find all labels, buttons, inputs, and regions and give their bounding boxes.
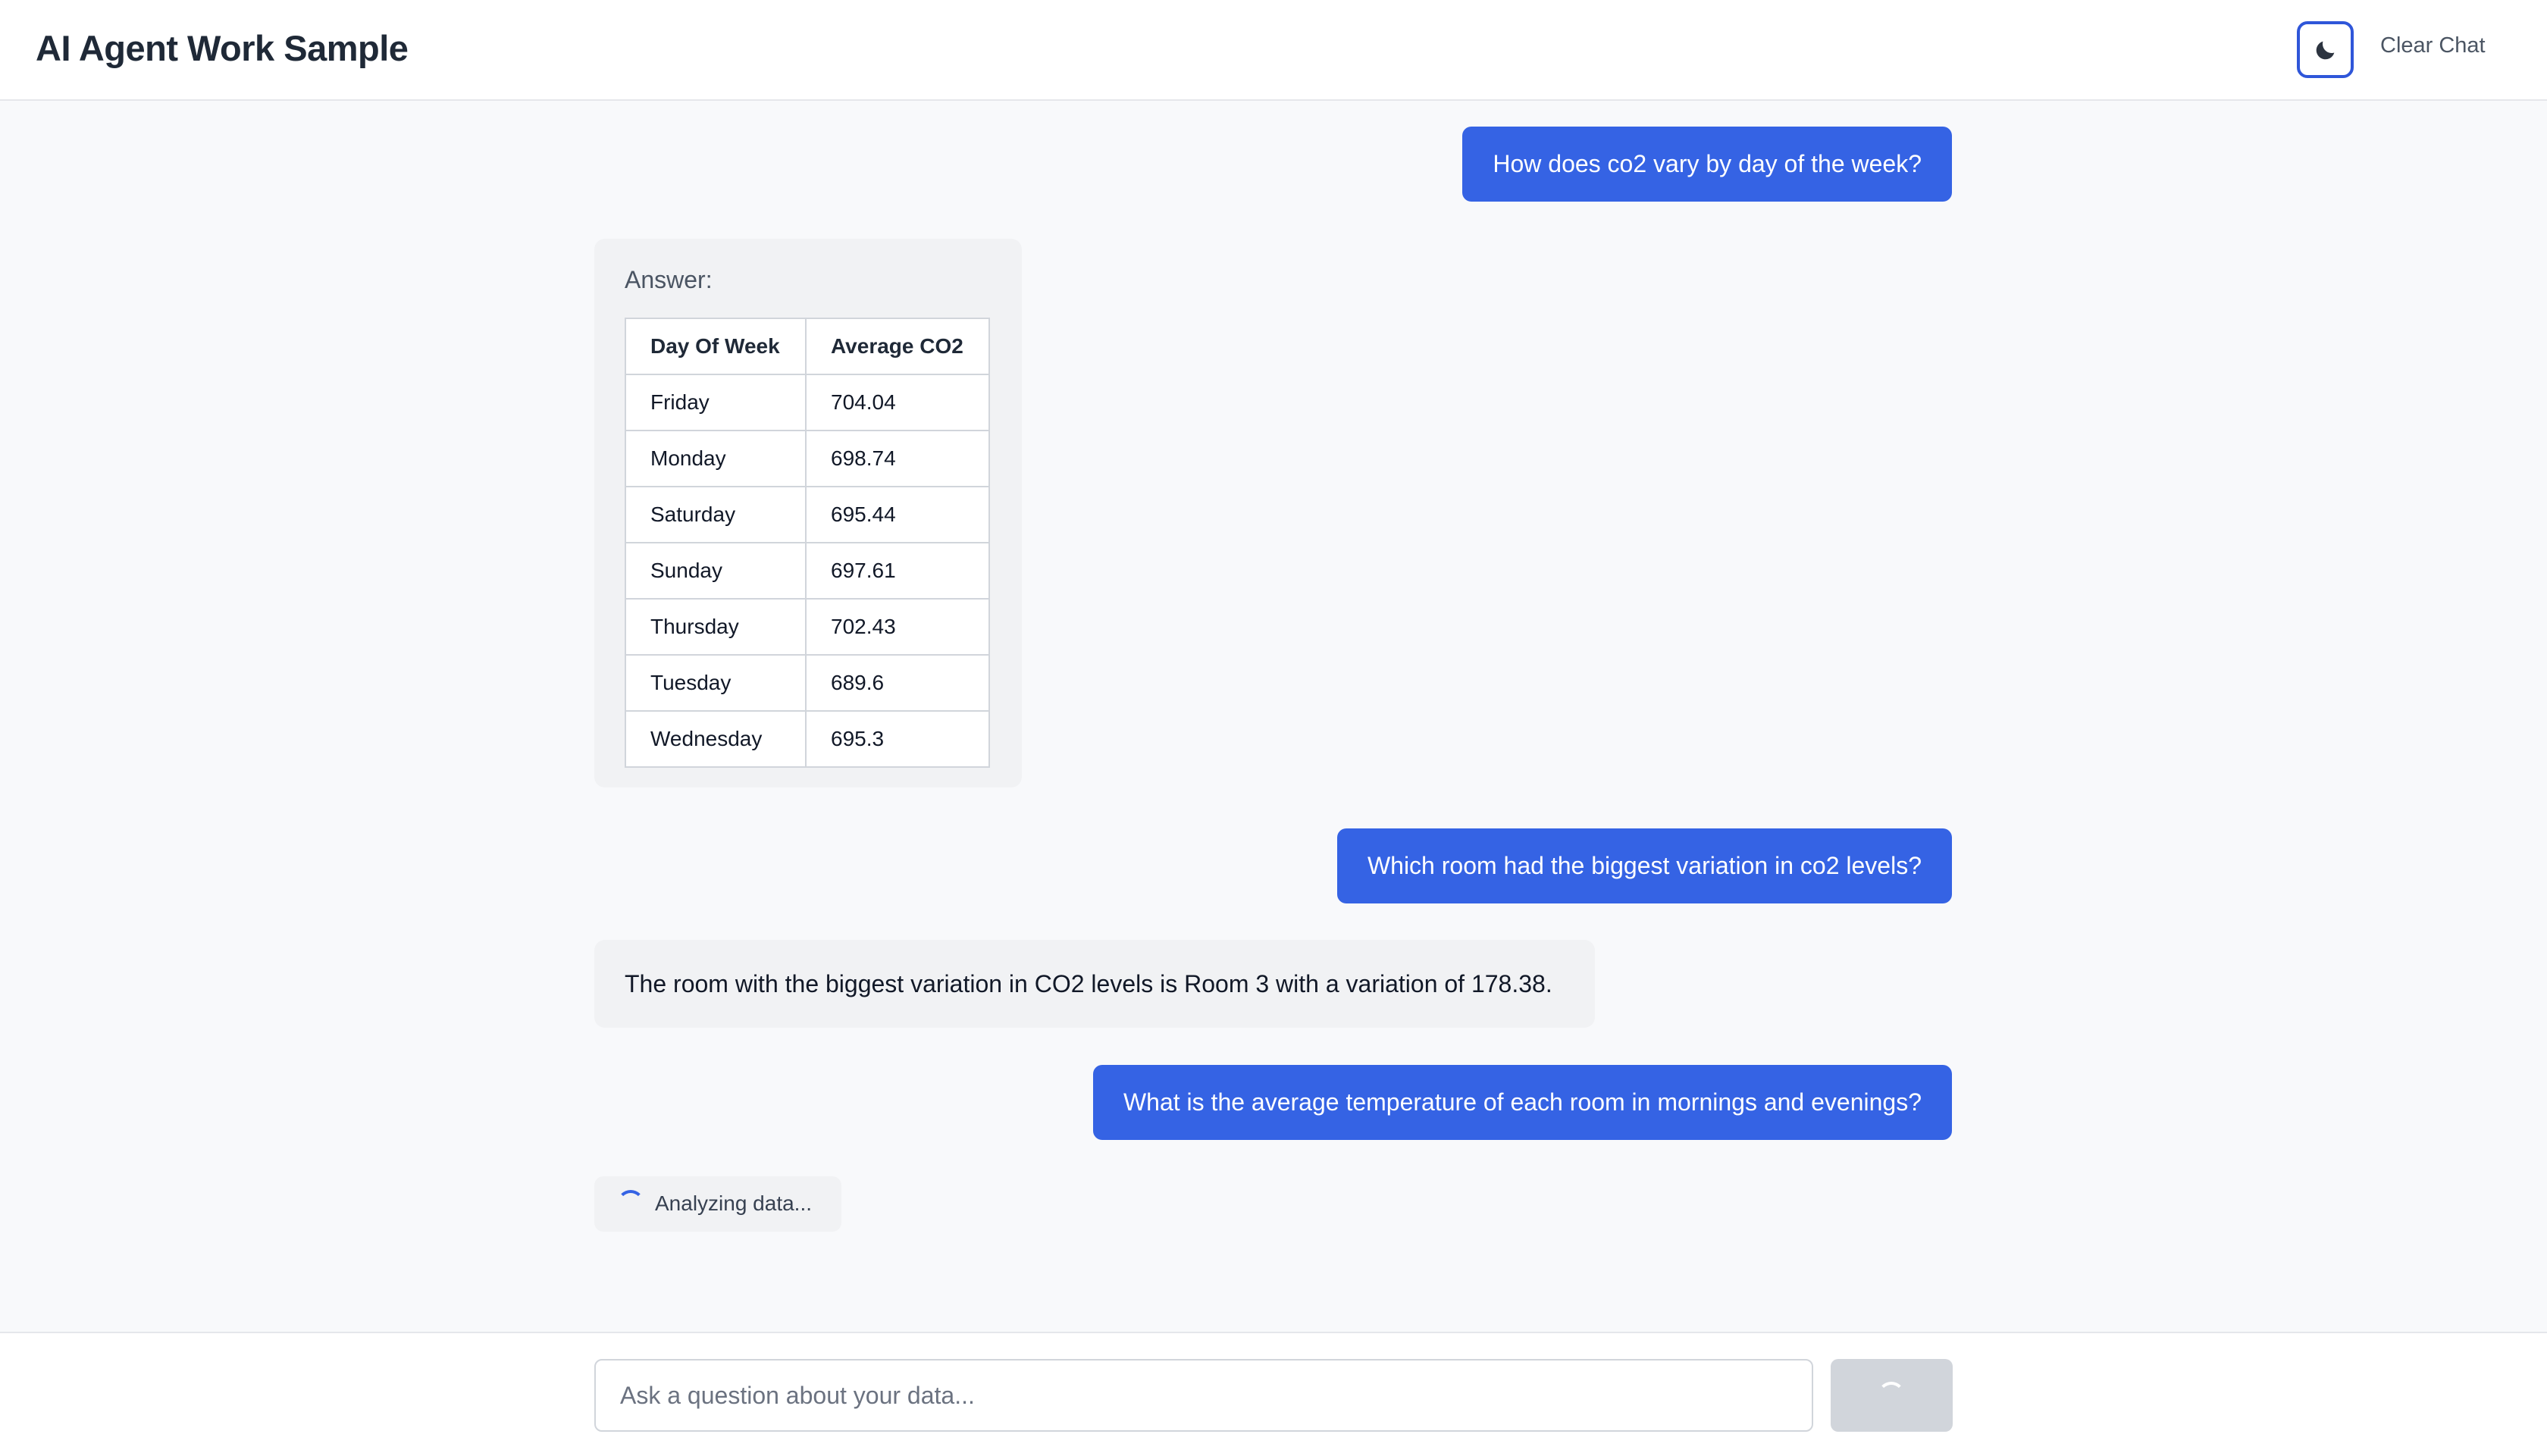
table-row: Thursday 702.43: [625, 598, 990, 656]
day-cell: Saturday: [625, 486, 807, 543]
theme-toggle-button[interactable]: [2297, 21, 2354, 78]
answer-table: Day Of Week Average CO2 Friday 704.04 Mo…: [625, 318, 990, 768]
table-row: Monday 698.74: [625, 430, 990, 487]
assistant-answer-card: Answer: Day Of Week Average CO2 Friday 7…: [594, 239, 1022, 787]
day-cell: Tuesday: [625, 654, 807, 712]
chat-area[interactable]: How does co2 vary by day of the week? An…: [0, 102, 2547, 1332]
co2-cell: 697.61: [805, 542, 990, 600]
day-cell: Wednesday: [625, 710, 807, 768]
co2-cell: 695.3: [805, 710, 990, 768]
input-bar: [0, 1332, 2547, 1456]
user-message: How does co2 vary by day of the week?: [1462, 127, 1952, 202]
app-title: AI Agent Work Sample: [36, 28, 409, 68]
assistant-message: The room with the biggest variation in C…: [594, 940, 1595, 1028]
loading-text: Analyzing data...: [655, 1191, 813, 1215]
loading-indicator: Analyzing data...: [594, 1176, 841, 1232]
day-cell: Friday: [625, 374, 807, 431]
table-row: Saturday 695.44: [625, 486, 990, 543]
user-message: Which room had the biggest variation in …: [1336, 828, 1952, 903]
moon-icon: [2316, 41, 2334, 59]
co2-cell: 695.44: [805, 486, 990, 543]
app-header: AI Agent Work Sample Clear Chat: [0, 0, 2547, 101]
column-header: Day Of Week: [625, 318, 807, 375]
send-button[interactable]: [1831, 1359, 1953, 1432]
spinner-icon: [617, 1190, 644, 1217]
table-row: Wednesday 695.3: [625, 710, 990, 768]
spinner-icon: [1878, 1382, 1905, 1409]
table-row: Tuesday 689.6: [625, 654, 990, 712]
day-cell: Thursday: [625, 598, 807, 656]
clear-chat-button[interactable]: Clear Chat: [2380, 33, 2486, 58]
co2-cell: 702.43: [805, 598, 990, 656]
answer-label: Answer:: [625, 266, 713, 293]
table-header-row: Day Of Week Average CO2: [625, 318, 990, 375]
table-row: Friday 704.04: [625, 374, 990, 431]
day-cell: Monday: [625, 430, 807, 487]
assistant-message-text: The room with the biggest variation in C…: [625, 970, 1552, 997]
table-row: Sunday 697.61: [625, 542, 990, 600]
column-header: Average CO2: [805, 318, 990, 375]
user-message: What is the average temperature of each …: [1092, 1065, 1952, 1140]
co2-cell: 704.04: [805, 374, 990, 431]
day-cell: Sunday: [625, 542, 807, 600]
question-input[interactable]: [594, 1359, 1813, 1432]
co2-cell: 689.6: [805, 654, 990, 712]
co2-cell: 698.74: [805, 430, 990, 487]
